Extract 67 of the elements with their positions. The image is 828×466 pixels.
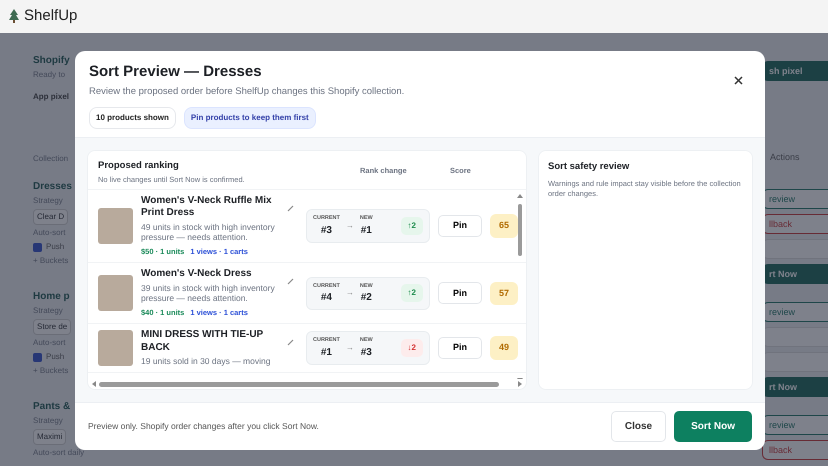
action-button[interactable]: sh pixel: [762, 61, 828, 81]
sort-now-button[interactable]: Sort Now: [674, 411, 752, 442]
count-badge: 10 products shown: [89, 107, 176, 130]
new-rank: #3: [360, 346, 373, 360]
section-title: Shopify: [33, 55, 70, 67]
scroll-up-icon[interactable]: [517, 194, 523, 198]
close-button[interactable]: Close: [610, 411, 666, 442]
action-button[interactable]: rt Now: [762, 376, 828, 396]
rollback-button[interactable]: llback: [762, 214, 828, 234]
checkbox-label: Push: [46, 351, 64, 363]
rank-delta-badge: ↓2: [400, 339, 423, 358]
pencil-icon[interactable]: [287, 278, 294, 286]
score-badge: 49: [490, 336, 518, 360]
dialog-title: Sort Preview — Dresses: [89, 63, 263, 81]
arrow-text: →: [346, 287, 354, 300]
rollback-button[interactable]: llback: [762, 440, 828, 460]
current-rank: #1: [320, 346, 333, 360]
hint-badge: Pin products to keep them first: [184, 107, 316, 130]
score-badge: 65: [490, 214, 518, 238]
section-title: Pants &: [33, 401, 70, 413]
score-badge: 57: [490, 282, 518, 305]
column-header: Actions: [769, 151, 801, 164]
current-rank: #3: [320, 224, 333, 238]
horizontal-scrollbar-thumb[interactable]: [99, 382, 499, 387]
checkbox-label: Push: [46, 241, 64, 253]
pin-button[interactable]: Pin: [438, 215, 482, 237]
setting-label: App pixel: [33, 91, 70, 103]
product-description: 49 units in stock with high inventory pressure — needs attention.: [141, 222, 276, 243]
dialog-subtitle: Review the proposed order before ShelfUp changes this Shopify collection.: [89, 85, 406, 99]
new-rank: #1: [360, 224, 373, 238]
pin-button[interactable]: Pin: [438, 282, 482, 304]
preview-button[interactable]: review: [762, 188, 828, 208]
new-rank: #2: [360, 290, 373, 305]
vertical-scrollbar-thumb[interactable]: [518, 204, 522, 256]
product-description: 19 units sold in 30 days — moving: [141, 356, 272, 367]
app-name: ShelfUp: [24, 6, 78, 26]
product-description: 39 units in stock with high inventory pressure — needs attention.: [141, 282, 276, 304]
rank-delta-badge: ↑2: [400, 217, 423, 235]
pencil-icon[interactable]: [287, 339, 294, 346]
arrow-text: →: [346, 220, 354, 232]
product-photo-placeholder: [98, 330, 133, 366]
product-photo-placeholder: [98, 208, 133, 244]
ranking-title: Proposed ranking: [98, 159, 180, 174]
current-rank: #4: [320, 290, 333, 305]
preview-button[interactable]: review: [762, 414, 828, 434]
pencil-icon[interactable]: [287, 204, 294, 212]
checkbox[interactable]: [33, 352, 42, 362]
product-name: MINI DRESS WITH TIE-UP BACK: [141, 329, 264, 354]
footer-note: Preview only. Shopify order changes after you click Sort Now.: [88, 420, 319, 433]
safety-title: Sort safety review: [548, 160, 630, 174]
product-name: Women's V-Neck Ruffle Mix Print Dress: [141, 194, 273, 220]
select-field[interactable]: Store de: [33, 319, 72, 335]
product-photo-placeholder: [98, 275, 133, 312]
pin-button[interactable]: Pin: [438, 337, 482, 360]
scroll-right-icon[interactable]: [518, 381, 522, 388]
scroll-left-icon[interactable]: [92, 381, 96, 388]
preview-button[interactable]: review: [762, 302, 828, 322]
tree-logo-icon: [8, 9, 20, 24]
checkbox[interactable]: [33, 242, 42, 252]
product-name: Women's V-Neck Dress: [141, 268, 253, 281]
section-title: Dresses: [33, 181, 72, 193]
select-field[interactable]: Clear D: [33, 209, 68, 225]
arrow-text: →: [346, 342, 354, 354]
action-button[interactable]: rt Now: [762, 264, 828, 284]
select-field[interactable]: Maximi: [33, 429, 66, 445]
section-title: Home p: [33, 291, 70, 303]
rank-delta-badge: ↑2: [400, 284, 423, 302]
